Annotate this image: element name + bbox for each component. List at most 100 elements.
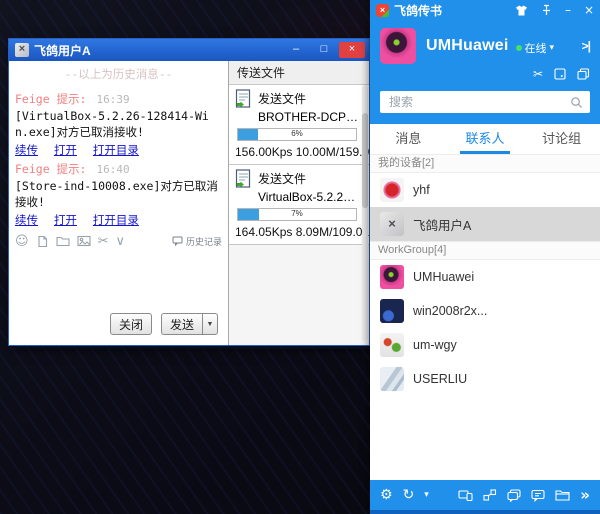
tab-contacts[interactable]: 联系人 xyxy=(447,124,524,154)
contact-list: 我的设备[2] yhf × 飞鸽用户A WorkGroup[4] UMHuawe… xyxy=(370,154,600,480)
contact-row-um-wgy[interactable]: um-wgy xyxy=(370,328,600,362)
send-folder-icon[interactable] xyxy=(56,235,70,247)
open-folder-link[interactable]: 打开目录 xyxy=(93,213,139,227)
contact-name: 飞鸽用户A xyxy=(413,215,471,234)
chat-window: × 飞鸽用户A – □ × --以上为历史消息-- Feige 提示: 16:39… xyxy=(8,38,370,346)
avatar: × xyxy=(380,212,404,236)
transfer-filename: BROTHER-DCP-7180... xyxy=(258,107,359,124)
avatar xyxy=(380,265,404,289)
chat-message: Feige 提示: 16:40 [Store-ind-10008.exe]对方已取… xyxy=(15,161,222,231)
collapse-panel-icon[interactable]: >| xyxy=(582,39,590,53)
search-area xyxy=(370,87,600,124)
skin-theme-icon[interactable] xyxy=(515,5,528,16)
contact-row-userliu[interactable]: USERLIU xyxy=(370,362,600,396)
contact-row-feige-user-a[interactable]: × 飞鸽用户A xyxy=(370,207,600,241)
scrollbar-thumb[interactable] xyxy=(362,113,368,208)
group-header-workgroup[interactable]: WorkGroup[4] xyxy=(370,241,600,260)
transfer-scrollbar[interactable] xyxy=(362,85,368,341)
transfer-panel-title: 传送文件 xyxy=(229,61,369,85)
minimize-button[interactable]: – xyxy=(283,42,309,58)
tab-groups[interactable]: 讨论组 xyxy=(523,124,600,154)
send-file-doc-icon xyxy=(235,169,252,190)
group-header-my-devices[interactable]: 我的设备[2] xyxy=(370,154,600,173)
message-bubble-icon[interactable] xyxy=(531,489,545,502)
transfer-item[interactable]: 发送文件 VirtualBox-5.2.26-12... 7% 164.05Kp… xyxy=(229,165,369,245)
message-sender: Feige 提示: xyxy=(15,92,86,106)
open-file-link[interactable]: 打开 xyxy=(54,213,77,227)
send-split-button: 发送 ▼ xyxy=(161,313,218,335)
refresh-options-dropdown-icon[interactable]: ▾ xyxy=(424,491,429,500)
user-name: UMHuawei xyxy=(426,37,509,55)
close-button[interactable]: × xyxy=(584,3,594,17)
contact-row-win2008r2x[interactable]: win2008r2x... xyxy=(370,294,600,328)
transfer-item[interactable]: 发送文件 BROTHER-DCP-7180... 6% 156.00Kps 10… xyxy=(229,85,369,165)
transfer-percent-label: 6% xyxy=(238,129,356,139)
send-options-dropdown[interactable]: ▼ xyxy=(202,313,218,335)
message-body: [Store-ind-10008.exe]对方已取消接收! xyxy=(15,178,222,211)
chat-message: Feige 提示: 16:39 [VirtualBox-5.2.26-128414… xyxy=(15,91,222,161)
user-avatar[interactable] xyxy=(380,28,416,64)
send-image-icon[interactable] xyxy=(77,235,91,247)
refresh-icon[interactable]: ↻ xyxy=(403,488,415,502)
transfer-progress-bar: 7% xyxy=(237,208,357,221)
chat-button-row: 关闭 发送 ▼ xyxy=(9,309,228,345)
contact-row-yhf[interactable]: yhf xyxy=(370,173,600,207)
chat-window-titlebar[interactable]: × 飞鸽用户A – □ × xyxy=(9,39,369,61)
message-time: 16:39 xyxy=(96,93,129,106)
history-divider: --以上为历史消息-- xyxy=(15,62,222,91)
main-window: × 飞鸽传书 – × UMHuawei 在线 ▾ xyxy=(370,0,600,514)
close-chat-button[interactable]: 关闭 xyxy=(110,313,152,335)
transfer-panel: 传送文件 发送文件 BROTHER-DCP-7180... 6% xyxy=(228,61,369,345)
main-window-title: 飞鸽传书 xyxy=(394,2,442,19)
avatar xyxy=(380,299,404,323)
settings-gear-icon[interactable]: ⚙ xyxy=(380,488,393,502)
resume-transfer-link[interactable]: 续传 xyxy=(15,143,38,157)
more-tools-chevron-icon[interactable]: » xyxy=(580,488,590,503)
send-button[interactable]: 发送 xyxy=(161,313,202,335)
online-status[interactable]: 在线 ▾ xyxy=(516,40,555,56)
search-input[interactable] xyxy=(387,94,570,110)
contact-name: um-wgy xyxy=(413,338,457,352)
tab-bar: 消息 联系人 讨论组 xyxy=(370,124,600,154)
file-manager-folder-icon[interactable] xyxy=(555,489,570,501)
avatar xyxy=(380,333,404,357)
chat-toolbar: ☺ ✂ ∨ 历史记录 xyxy=(9,231,228,250)
contact-row-umhuawei[interactable]: UMHuawei xyxy=(370,260,600,294)
transfer-action-label: 发送文件 xyxy=(258,169,359,187)
group-chats-icon[interactable] xyxy=(507,489,521,502)
emoji-icon[interactable]: ☺ xyxy=(15,235,29,248)
transfer-speed: 156.00Kps xyxy=(235,145,292,159)
note-icon[interactable] xyxy=(554,68,566,80)
screenshot-scissors-icon[interactable]: ✂ xyxy=(533,67,543,81)
bottom-toolbar: ⚙ ↻ ▾ » xyxy=(370,480,600,510)
maximize-button[interactable]: □ xyxy=(311,42,337,58)
search-icon xyxy=(570,96,583,109)
status-dropdown-icon[interactable]: ▾ xyxy=(550,43,555,52)
search-box[interactable] xyxy=(380,91,590,113)
contact-name: USERLIU xyxy=(413,372,467,386)
chat-window-title: 飞鸽用户A xyxy=(34,42,91,59)
tab-messages[interactable]: 消息 xyxy=(370,124,447,154)
pin-to-top-icon[interactable] xyxy=(541,4,552,16)
resume-transfer-link[interactable]: 续传 xyxy=(15,213,38,227)
more-tools-chevron-icon[interactable]: ∨ xyxy=(115,235,125,248)
avatar xyxy=(380,178,404,202)
history-toggle[interactable]: 历史记录 xyxy=(172,235,222,248)
share-network-icon[interactable] xyxy=(483,489,497,501)
message-time: 16:40 xyxy=(96,163,129,176)
copy-clipboard-icon[interactable] xyxy=(577,68,590,80)
close-button[interactable]: × xyxy=(339,42,365,58)
main-window-titlebar[interactable]: × 飞鸽传书 – × xyxy=(370,0,600,20)
online-status-dot xyxy=(516,45,522,51)
message-body: [VirtualBox-5.2.26-128414-Win.exe]对方已取消接… xyxy=(15,108,222,141)
message-sender: Feige 提示: xyxy=(15,162,86,176)
open-folder-link[interactable]: 打开目录 xyxy=(93,143,139,157)
window-bottom-edge xyxy=(370,510,600,514)
multi-device-icon[interactable] xyxy=(458,489,473,501)
open-file-link[interactable]: 打开 xyxy=(54,143,77,157)
minimize-button[interactable]: – xyxy=(565,3,571,17)
message-input[interactable] xyxy=(9,250,228,309)
transfer-percent-label: 7% xyxy=(238,209,356,219)
screenshot-scissors-icon[interactable]: ✂ xyxy=(98,235,109,248)
send-file-icon[interactable] xyxy=(36,235,49,248)
